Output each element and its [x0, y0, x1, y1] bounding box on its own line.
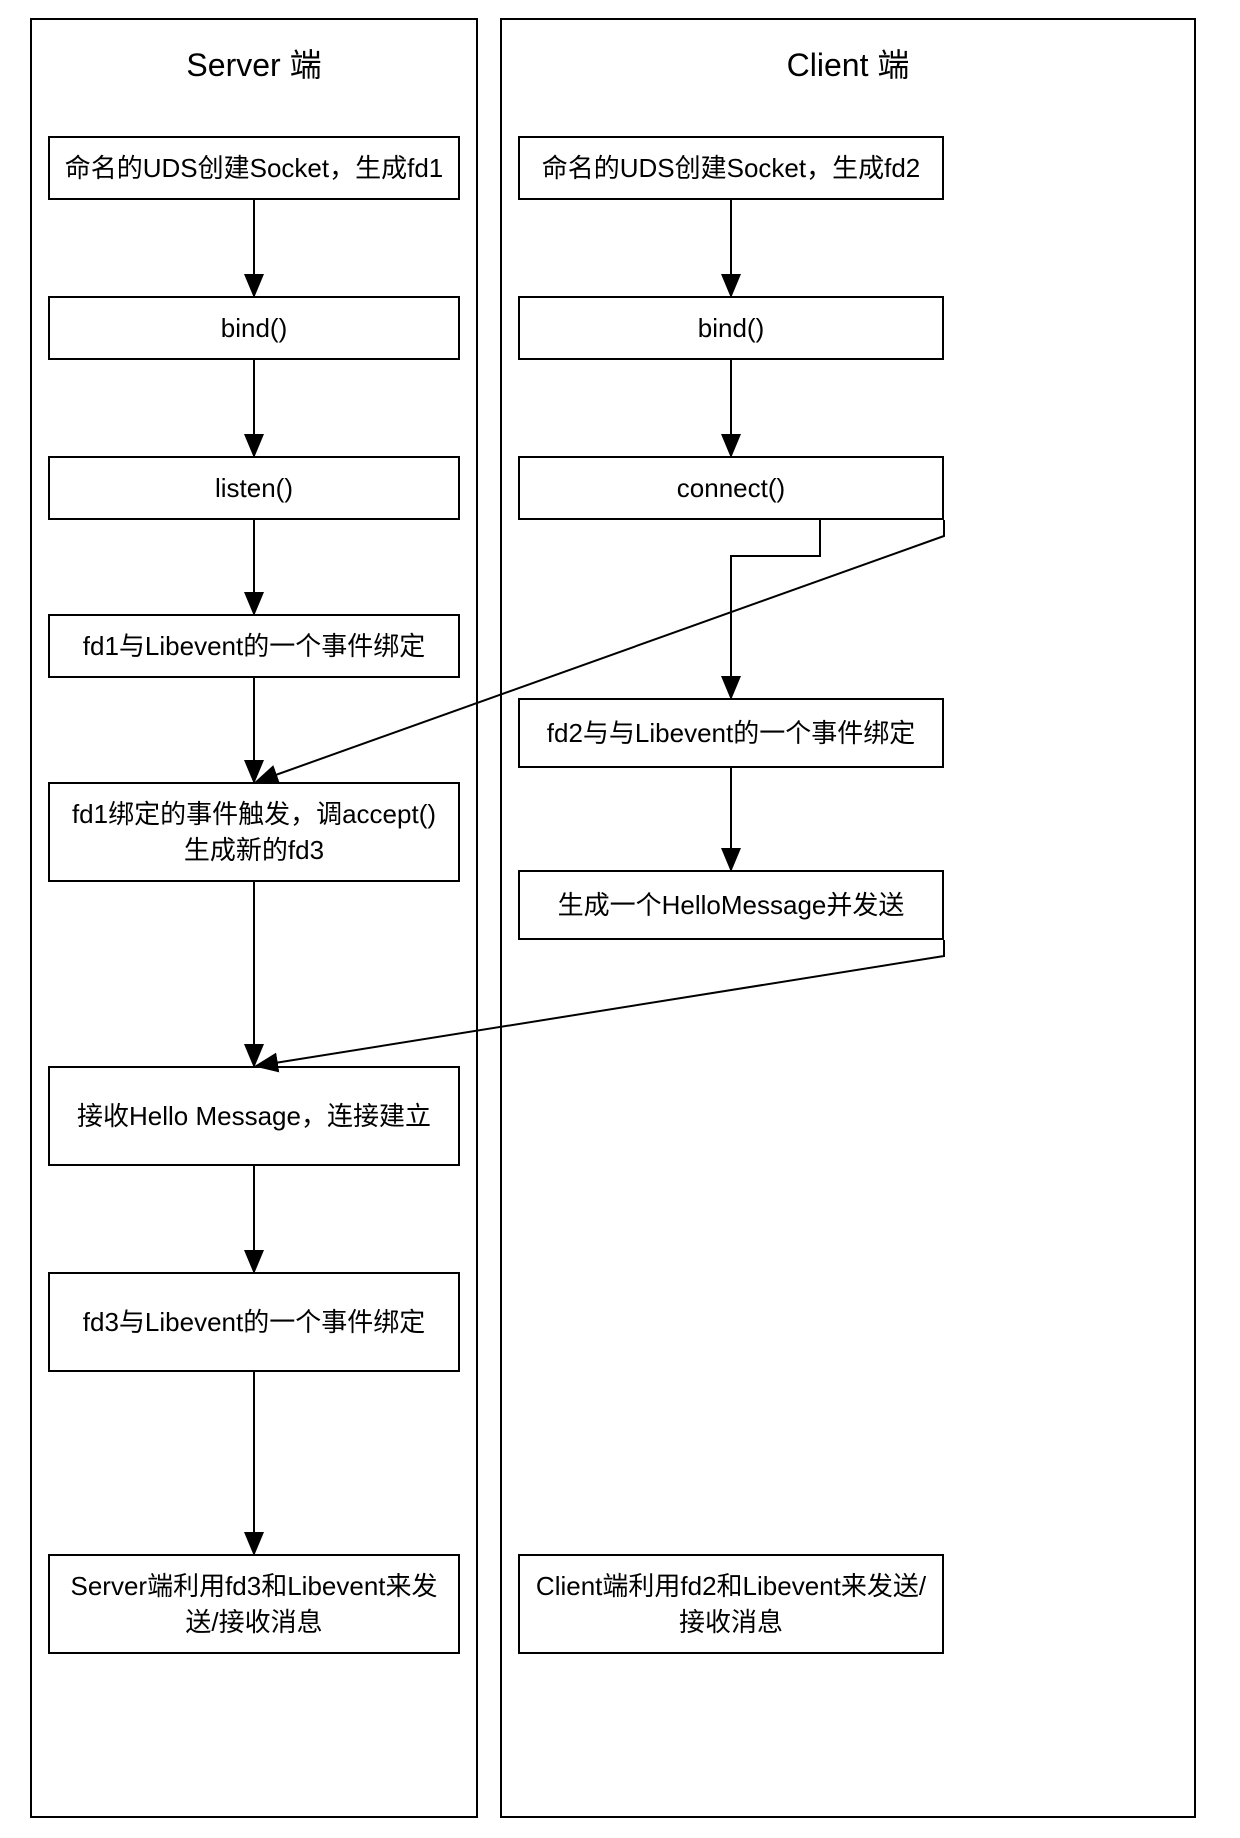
server-title: Server 端	[32, 20, 476, 106]
server-step-7: Server端利用fd3和Libevent来发送/接收消息	[48, 1554, 460, 1654]
client-title: Client 端	[502, 20, 1194, 106]
server-step-1: bind()	[48, 296, 460, 360]
server-step-2: listen()	[48, 456, 460, 520]
client-step-1: bind()	[518, 296, 944, 360]
server-step-5: 接收Hello Message，连接建立	[48, 1066, 460, 1166]
client-step-3: fd2与与Libevent的一个事件绑定	[518, 698, 944, 768]
server-container: Server 端	[30, 18, 478, 1818]
server-step-0: 命名的UDS创建Socket，生成fd1	[48, 136, 460, 200]
server-step-6: fd3与Libevent的一个事件绑定	[48, 1272, 460, 1372]
client-step-0: 命名的UDS创建Socket，生成fd2	[518, 136, 944, 200]
server-step-3: fd1与Libevent的一个事件绑定	[48, 614, 460, 678]
client-step-2: connect()	[518, 456, 944, 520]
client-step-5: Client端利用fd2和Libevent来发送/接收消息	[518, 1554, 944, 1654]
client-step-4: 生成一个HelloMessage并发送	[518, 870, 944, 940]
server-step-4: fd1绑定的事件触发，调accept() 生成新的fd3	[48, 782, 460, 882]
